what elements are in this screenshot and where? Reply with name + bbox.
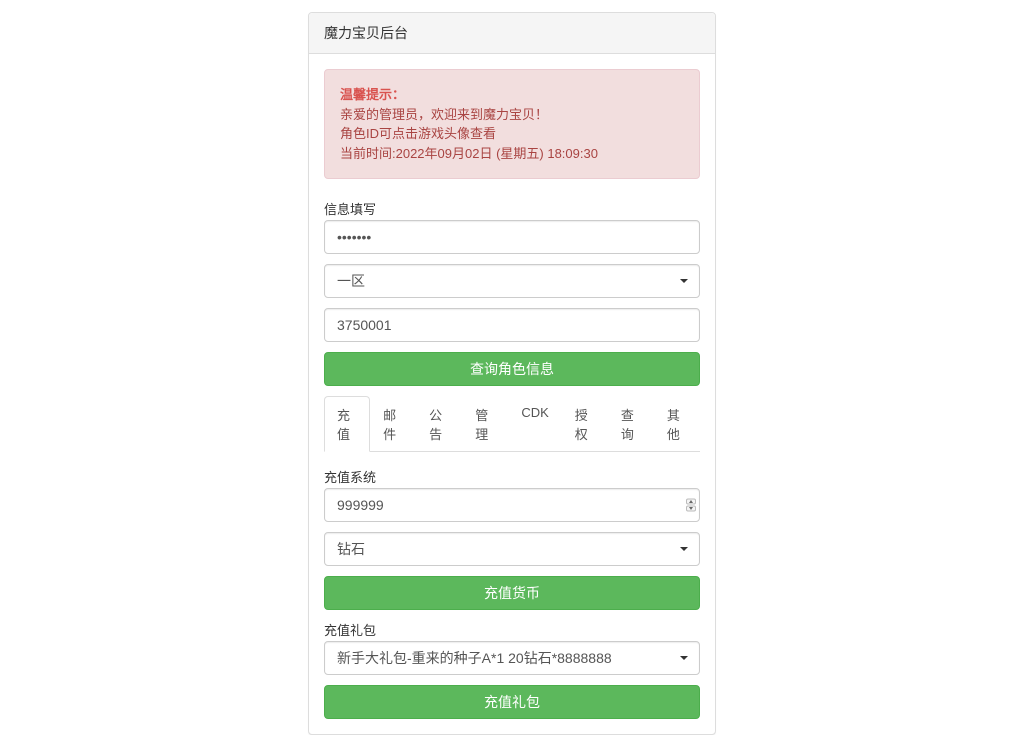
currency-select[interactable]: 钻石 <box>324 532 700 566</box>
tab-label[interactable]: 公告 <box>416 396 462 452</box>
amount-input[interactable] <box>324 488 700 522</box>
tab-3[interactable]: 管理 <box>462 396 508 452</box>
tab-5[interactable]: 授权 <box>562 396 608 452</box>
tab-4[interactable]: CDK <box>508 396 561 452</box>
tab-label[interactable]: 其他 <box>654 396 700 452</box>
alert-line1: 亲爱的管理员，欢迎来到魔力宝贝！ <box>340 107 548 122</box>
alert-line2: 角色ID可点击游戏头像查看 <box>340 126 496 141</box>
recharge-gift-button[interactable]: 充值礼包 <box>324 685 700 719</box>
gift-label: 充值礼包 <box>324 620 700 639</box>
recharge-system-label: 充值系统 <box>324 467 700 486</box>
tab-label[interactable]: 授权 <box>562 396 608 452</box>
info-label: 信息填写 <box>324 199 700 218</box>
tab-label[interactable]: 管理 <box>462 396 508 452</box>
tab-label[interactable]: 充值 <box>324 396 370 452</box>
tab-label[interactable]: CDK <box>508 396 561 429</box>
tab-label[interactable]: 查询 <box>608 396 654 452</box>
tab-2[interactable]: 公告 <box>416 396 462 452</box>
tab-bar: 充值邮件公告管理CDK授权查询其他 <box>324 396 700 452</box>
zone-select[interactable]: 一区 <box>324 264 700 298</box>
tab-label[interactable]: 邮件 <box>370 396 416 452</box>
role-id-input[interactable] <box>324 308 700 342</box>
main-panel: 魔力宝贝后台 温馨提示： 亲爱的管理员，欢迎来到魔力宝贝！ 角色ID可点击游戏头… <box>308 12 716 735</box>
alert-heading: 温馨提示： <box>340 87 405 102</box>
tab-0[interactable]: 充值 <box>324 396 370 452</box>
panel-title: 魔力宝贝后台 <box>309 13 715 54</box>
tab-7[interactable]: 其他 <box>654 396 700 452</box>
alert-line3: 当前时间:2022年09月02日 (星期五) 18:09:30 <box>340 146 598 161</box>
password-input[interactable] <box>324 220 700 254</box>
query-role-button[interactable]: 查询角色信息 <box>324 352 700 386</box>
alert-box: 温馨提示： 亲爱的管理员，欢迎来到魔力宝贝！ 角色ID可点击游戏头像查看 当前时… <box>324 69 700 179</box>
gift-select[interactable]: 新手大礼包-重来的种子A*1 20钻石*8888888 <box>324 641 700 675</box>
tab-6[interactable]: 查询 <box>608 396 654 452</box>
panel-body: 温馨提示： 亲爱的管理员，欢迎来到魔力宝贝！ 角色ID可点击游戏头像查看 当前时… <box>309 54 715 734</box>
tab-1[interactable]: 邮件 <box>370 396 416 452</box>
recharge-currency-button[interactable]: 充值货币 <box>324 576 700 610</box>
